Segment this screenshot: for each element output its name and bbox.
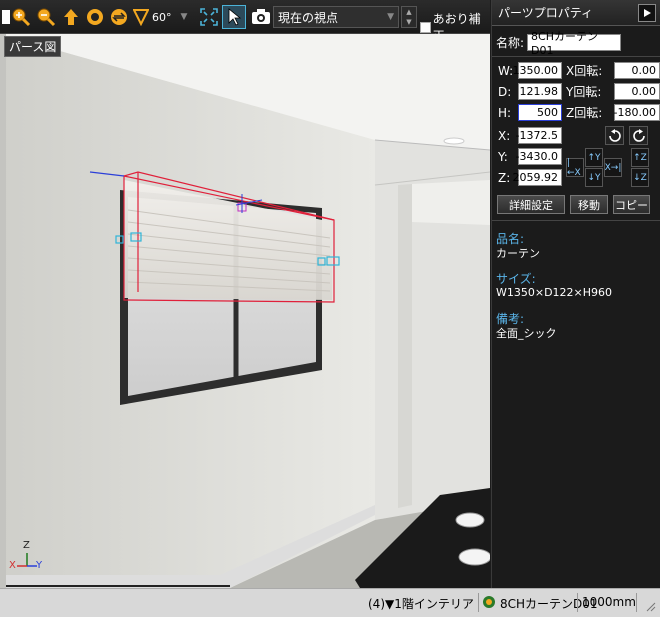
rotate-left-icon[interactable] bbox=[605, 126, 624, 145]
status-bar: (4)▼1階インテリア 8CHカーテンD01 1000mm bbox=[0, 588, 660, 617]
chevron-down-icon: ▼ bbox=[387, 12, 394, 22]
move-button[interactable]: 移動 bbox=[570, 195, 608, 214]
w-field[interactable]: 1350.00 bbox=[513, 62, 562, 79]
room-scene bbox=[0, 34, 490, 588]
part-icon bbox=[481, 594, 497, 613]
viewport-tab-perspective[interactable]: パース図 bbox=[4, 36, 62, 57]
aori-checkbox[interactable] bbox=[420, 21, 431, 33]
rotate-right-icon[interactable] bbox=[629, 126, 648, 145]
axis-x-label: X bbox=[9, 560, 16, 571]
biko-value: 全面_シック bbox=[496, 327, 557, 340]
chevron-down-icon: ▼ bbox=[180, 12, 188, 22]
name-label: 名称: bbox=[496, 36, 525, 50]
yrot-field[interactable]: 0.00 bbox=[614, 83, 660, 100]
h-field[interactable]: 500 bbox=[518, 104, 562, 121]
align-top-z-button[interactable]: ↑Z bbox=[631, 148, 649, 167]
divider bbox=[577, 593, 578, 612]
align-top-y-button[interactable]: ↑Y bbox=[585, 148, 603, 167]
zoom-in-icon[interactable] bbox=[10, 6, 32, 28]
align-left-x-button[interactable]: |←X bbox=[566, 158, 584, 178]
select-pointer-button[interactable] bbox=[222, 5, 246, 29]
z-field[interactable]: 2059.92 bbox=[513, 169, 562, 186]
viewport-toolbar: 60° ▼ 現在の視点 ▼ ▲ ▼ あおり補正 bbox=[0, 0, 490, 43]
fov-selector[interactable]: 60° ▼ bbox=[133, 6, 187, 28]
d-label: D: bbox=[498, 84, 512, 99]
zrot-label: Z回転: bbox=[566, 106, 603, 120]
field-of-view-icon bbox=[133, 9, 149, 26]
name-field[interactable]: 8CHカーテンD01 bbox=[527, 30, 622, 57]
y-field[interactable]: -3430.0 bbox=[516, 148, 562, 165]
camera-icon[interactable] bbox=[250, 6, 272, 28]
copy-button[interactable]: コピー bbox=[613, 195, 650, 214]
x-row: X: -1372.5 bbox=[498, 127, 562, 144]
zrot-field[interactable]: -180.00 bbox=[614, 104, 660, 121]
hinmei-value: カーテン bbox=[496, 247, 540, 260]
zrot-row: Z回転: -180.00 bbox=[566, 104, 660, 121]
align-bottom-z-button[interactable]: ↓Z bbox=[631, 168, 649, 187]
play-arrow-icon bbox=[644, 8, 651, 17]
align-bottom-y-button[interactable]: ↓Y bbox=[585, 168, 603, 187]
yrot-row: Y回転: 0.00 bbox=[566, 83, 660, 100]
h-label: H: bbox=[498, 105, 512, 120]
divider bbox=[492, 220, 660, 221]
spin-up-icon[interactable]: ▲ bbox=[402, 7, 416, 17]
d-field[interactable]: 121.98 bbox=[518, 83, 562, 100]
fov-value: 60° bbox=[152, 10, 172, 24]
viewpoint-select[interactable]: 現在の視点 ▼ bbox=[273, 6, 399, 28]
panel-collapse-button[interactable] bbox=[638, 3, 656, 22]
divider bbox=[478, 593, 479, 612]
zoom-out-icon[interactable] bbox=[35, 6, 57, 28]
name-row: 名称: 8CHカーテンD01 bbox=[496, 30, 622, 57]
spin-down-icon[interactable]: ▼ bbox=[402, 17, 416, 27]
fit-view-icon[interactable] bbox=[198, 6, 220, 28]
size-label: サイズ: bbox=[496, 272, 536, 286]
panel-title: パーツプロパティ bbox=[498, 6, 594, 20]
z-row: Z: 2059.92 bbox=[498, 169, 562, 186]
viewpoint-value: 現在の視点 bbox=[278, 10, 339, 25]
status-scale: 1000mm bbox=[582, 595, 636, 609]
y-row: Y: -3430.0 bbox=[498, 148, 562, 165]
resize-grip-icon[interactable] bbox=[646, 601, 656, 615]
x-field[interactable]: -1372.5 bbox=[516, 127, 562, 144]
perspective-viewport[interactable]: パース図 Z X Y bbox=[0, 34, 490, 588]
size-value: W1350×D122×H960 bbox=[496, 286, 613, 299]
divider bbox=[636, 593, 637, 612]
axis-y-label: Y bbox=[36, 560, 43, 571]
viewpoint-spinner[interactable]: ▲ ▼ bbox=[401, 6, 417, 28]
xrot-label: X回転: bbox=[566, 64, 603, 78]
pointer-icon bbox=[228, 8, 242, 26]
align-right-x-button[interactable]: X→| bbox=[604, 158, 622, 177]
detail-settings-button[interactable]: 詳細設定 bbox=[497, 195, 565, 214]
xrot-field[interactable]: 0.00 bbox=[614, 62, 660, 79]
xrot-row: X回転: 0.00 bbox=[566, 62, 660, 79]
yrot-label: Y回転: bbox=[566, 85, 602, 99]
app-window: 60° ▼ 現在の視点 ▼ ▲ ▼ あおり補正 bbox=[0, 0, 660, 617]
axis-z-label: Z bbox=[23, 540, 30, 551]
h-row: H: 500 bbox=[498, 104, 562, 121]
orbit-icon[interactable] bbox=[84, 6, 106, 28]
d-row: D: 121.98 bbox=[498, 83, 562, 100]
panel-header: パーツプロパティ bbox=[492, 0, 660, 26]
parts-property-panel: パーツプロパティ 名称: 8CHカーテンD01 W: 1350.00 X回転: … bbox=[491, 0, 660, 588]
walk-forward-icon[interactable] bbox=[60, 6, 82, 28]
status-floor: (4)▼1階インテリア bbox=[368, 597, 474, 611]
w-row: W: 1350.00 bbox=[498, 62, 562, 79]
look-around-icon[interactable] bbox=[108, 6, 130, 28]
divider bbox=[492, 56, 660, 57]
